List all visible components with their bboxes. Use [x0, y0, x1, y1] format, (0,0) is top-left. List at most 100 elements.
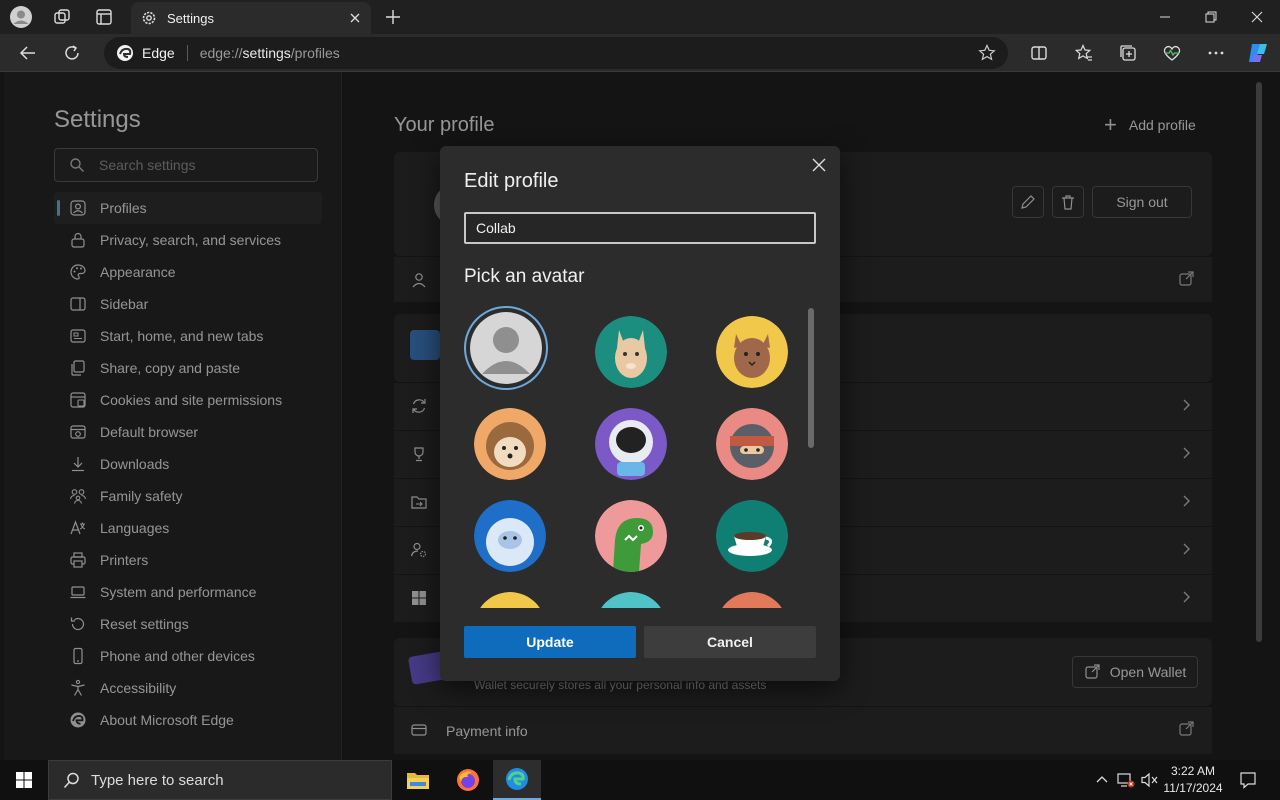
site-name: Edge: [142, 45, 175, 61]
speaker-muted-icon: [1141, 772, 1158, 788]
update-button[interactable]: Update: [464, 626, 636, 658]
more-options-button[interactable]: [1200, 38, 1232, 68]
avatar-coffee[interactable]: [716, 500, 788, 572]
workspaces-icon: [54, 9, 70, 24]
firefox-icon: [457, 769, 479, 791]
address-separator: [186, 45, 188, 61]
taskbar-clock[interactable]: 3:22 AM 11/17/2024: [1162, 763, 1224, 797]
split-screen-icon: [1031, 46, 1047, 60]
avatar-grid: [464, 306, 808, 608]
refresh-button[interactable]: [56, 38, 88, 68]
back-button[interactable]: [12, 38, 44, 68]
plus-icon: [386, 10, 400, 24]
copilot-button[interactable]: [1242, 38, 1274, 68]
url-scheme: edge://: [199, 45, 243, 61]
avatar-orange[interactable]: [716, 592, 788, 608]
search-icon: [63, 772, 79, 789]
avatar-dinosaur[interactable]: [595, 500, 667, 572]
favorites-icon: [1075, 44, 1092, 61]
browser-essentials-button[interactable]: [1156, 38, 1188, 68]
clock-time: 3:22 AM: [1170, 764, 1216, 778]
dialog-close-button[interactable]: [808, 154, 830, 176]
notifications-button[interactable]: [1228, 760, 1268, 800]
avatar-cyan-icon: [601, 592, 661, 608]
cancel-button[interactable]: Cancel: [644, 626, 816, 658]
pick-avatar-heading: Pick an avatar: [464, 266, 585, 287]
minimize-button[interactable]: [1142, 0, 1188, 34]
avatar-yeti[interactable]: [474, 500, 546, 572]
url-text: edge://settings/profiles: [200, 45, 340, 61]
default-person-icon: [470, 312, 542, 384]
close-tab-icon[interactable]: [349, 12, 361, 24]
restore-button[interactable]: [1188, 0, 1234, 34]
dinosaur-icon: [595, 500, 667, 572]
yeti-icon: [474, 500, 546, 572]
close-icon: [812, 158, 826, 172]
minimize-icon: [1160, 16, 1170, 18]
address-bar[interactable]: Edge edge://settings/profiles: [104, 37, 1008, 69]
tab-actions-icon: [96, 9, 112, 25]
network-status-button[interactable]: [1114, 760, 1138, 800]
taskbar-edge[interactable]: [493, 760, 541, 800]
avatar-astronaut[interactable]: [595, 408, 667, 480]
hedgehog-icon: [474, 408, 546, 480]
ninja-icon: [716, 408, 788, 480]
show-hidden-icons-button[interactable]: [1090, 760, 1114, 800]
tab-title: Settings: [167, 10, 214, 26]
profile-avatar-button[interactable]: [6, 3, 36, 31]
new-tab-button[interactable]: [378, 3, 408, 31]
refresh-icon: [65, 45, 79, 60]
favorites-button[interactable]: [1068, 38, 1100, 68]
dialog-title: Edit profile: [464, 170, 559, 192]
avatar-scrollbar[interactable]: [808, 308, 814, 448]
close-icon: [1251, 11, 1263, 23]
avatar-ninja[interactable]: [716, 408, 788, 480]
avatar-cyan[interactable]: [595, 592, 667, 608]
clock-date: 11/17/2024: [1163, 781, 1223, 795]
avatar-orange-icon: [722, 592, 782, 608]
more-dots-icon: [1208, 51, 1224, 55]
start-button[interactable]: [0, 760, 48, 800]
title-bar: Settings: [0, 0, 1280, 34]
notification-icon: [1240, 772, 1256, 789]
fox-icon: [595, 316, 667, 388]
taskbar-search-box[interactable]: Type here to search: [48, 760, 392, 800]
astronaut-icon: [595, 408, 667, 480]
taskbar-file-explorer[interactable]: [394, 760, 442, 800]
folder-icon: [407, 773, 429, 789]
taskbar-search-placeholder: Type here to search: [91, 771, 224, 789]
copilot-icon: [1249, 44, 1267, 62]
avatar-hedgehog[interactable]: [474, 408, 546, 480]
edge-logo-icon: [117, 45, 133, 61]
url-path: /profiles: [290, 45, 340, 61]
edit-profile-dialog: Edit profile Pick an avatar: [440, 146, 840, 681]
profile-name-input[interactable]: [464, 212, 816, 244]
split-screen-button[interactable]: [1023, 38, 1055, 68]
close-window-button[interactable]: [1234, 0, 1280, 34]
gear-icon: [142, 11, 156, 25]
tab-actions-button[interactable]: [89, 3, 119, 31]
coffee-cup-icon: [716, 500, 788, 572]
url-host: settings: [242, 45, 291, 61]
favorite-star-icon[interactable]: [978, 44, 996, 62]
collections-button[interactable]: [1112, 38, 1144, 68]
volume-button[interactable]: [1138, 760, 1162, 800]
cat-icon: [716, 316, 788, 388]
network-disconnected-icon: [1117, 773, 1135, 788]
chevron-up-icon: [1096, 776, 1108, 783]
taskbar-firefox[interactable]: [444, 760, 492, 800]
heartbeat-icon: [1163, 45, 1181, 61]
avatar-cat[interactable]: [716, 316, 788, 388]
arrow-left-icon: [19, 46, 35, 60]
restore-icon: [1205, 11, 1217, 23]
tab-settings[interactable]: Settings: [131, 2, 371, 34]
windows-start-icon: [16, 772, 32, 788]
avatar-yellow[interactable]: [474, 592, 546, 608]
profile-avatar-icon: [10, 6, 32, 28]
avatar-fox[interactable]: [595, 316, 667, 388]
avatar-default[interactable]: [470, 312, 542, 384]
collections-icon: [1120, 45, 1136, 61]
workspaces-button[interactable]: [47, 3, 77, 31]
edge-icon: [506, 768, 528, 790]
windows-taskbar: Type here to search 3:22 AM 11/17/2024: [0, 760, 1280, 800]
